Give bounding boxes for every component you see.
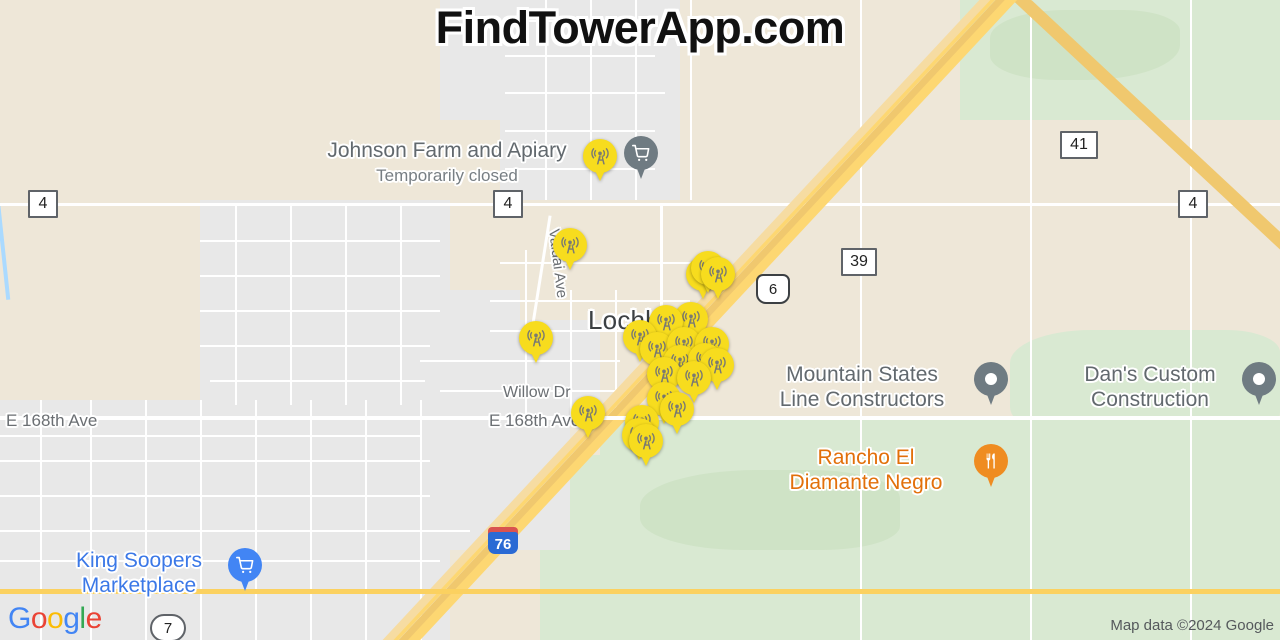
street-grid-v-6 bbox=[310, 400, 312, 640]
cell-tower-marker[interactable] bbox=[660, 392, 694, 434]
shopping-cart-icon bbox=[228, 548, 262, 582]
street-grid-h-20 bbox=[505, 55, 655, 57]
cell-tower-icon bbox=[561, 236, 579, 254]
route-shield-number: 76 bbox=[494, 535, 512, 553]
route-shield-4-west: 4 bbox=[28, 190, 58, 218]
park-area-ne2 bbox=[990, 10, 1180, 80]
route-shield-41: 41 bbox=[1060, 131, 1098, 159]
poi-pin-johnson-farm[interactable] bbox=[624, 136, 658, 180]
cell-tower-marker[interactable] bbox=[583, 139, 617, 181]
route-shield-number: 4 bbox=[503, 195, 513, 212]
street-grid-h-22 bbox=[505, 130, 655, 132]
route-shield-us6: 6 bbox=[756, 274, 790, 304]
street-grid-v-11 bbox=[345, 205, 347, 405]
cell-tower-icon bbox=[655, 365, 673, 383]
street-grid-v-20 bbox=[860, 0, 862, 640]
cell-tower-icon bbox=[709, 265, 727, 283]
street-grid-v-5 bbox=[255, 400, 257, 640]
poi-pin-rancho-el-diamante[interactable] bbox=[974, 444, 1008, 488]
cell-tower-marker[interactable] bbox=[571, 396, 605, 438]
cell-tower-icon bbox=[682, 310, 700, 328]
street-grid-h-21 bbox=[505, 92, 665, 94]
cell-tower-marker[interactable] bbox=[701, 257, 735, 299]
street-grid-h-3 bbox=[0, 530, 470, 532]
cell-tower-icon bbox=[637, 432, 655, 450]
route-shield-4-east: 4 bbox=[1178, 190, 1208, 218]
route-shield-number: 4 bbox=[1188, 195, 1198, 212]
route-shield-7: 7 bbox=[150, 614, 186, 640]
cell-tower-marker[interactable] bbox=[553, 228, 587, 270]
route-shield-39: 39 bbox=[841, 248, 877, 276]
route-shield-4-center: 4 bbox=[493, 190, 523, 218]
route-shield-number: 7 bbox=[163, 619, 173, 637]
street-grid-h-1 bbox=[0, 203, 1280, 206]
route-shield-number: 41 bbox=[1070, 136, 1088, 153]
place-dot-icon bbox=[985, 373, 997, 385]
hwy-168-accent bbox=[0, 589, 1280, 594]
cell-tower-icon bbox=[668, 400, 686, 418]
street-grid-v-4 bbox=[200, 400, 202, 640]
route-shield-i76: 76 bbox=[488, 526, 518, 556]
street-grid-h-18 bbox=[210, 380, 425, 382]
route-shield-number: 4 bbox=[38, 195, 48, 212]
map-canvas[interactable]: FindTowerApp.com 4 4 4 41 39 6 76 7 Vald… bbox=[0, 0, 1280, 640]
street-grid-h-13 bbox=[0, 435, 420, 437]
street-grid-v-3 bbox=[145, 400, 147, 640]
map-attribution: Map data ©2024 Google bbox=[1110, 617, 1274, 634]
cell-tower-icon bbox=[591, 147, 609, 165]
poi-pin-dans-custom[interactable] bbox=[1242, 362, 1276, 406]
street-grid-h-12 bbox=[0, 560, 440, 562]
cell-tower-icon bbox=[579, 404, 597, 422]
place-dot-icon bbox=[1253, 373, 1265, 385]
street-grid-h-6 bbox=[440, 390, 630, 392]
page-title: FindTowerApp.com bbox=[435, 2, 845, 53]
urban-block-nw bbox=[200, 200, 450, 400]
cell-tower-marker[interactable] bbox=[629, 424, 663, 466]
poi-pin-king-soopers[interactable] bbox=[228, 548, 262, 592]
route-shield-number: 39 bbox=[850, 253, 868, 270]
restaurant-icon bbox=[974, 444, 1008, 478]
street-grid-v-21 bbox=[1030, 0, 1032, 640]
cell-tower-icon bbox=[527, 329, 545, 347]
cell-tower-marker[interactable] bbox=[519, 321, 553, 363]
google-logo: Google bbox=[8, 602, 102, 635]
street-grid-v-22 bbox=[1190, 0, 1192, 640]
shopping-cart-icon bbox=[624, 136, 658, 170]
street-grid-v-12 bbox=[400, 205, 402, 405]
street-grid-v-9 bbox=[235, 205, 237, 405]
route-shield-number: 6 bbox=[768, 280, 778, 298]
street-grid-h-7 bbox=[500, 262, 700, 264]
cell-tower-icon bbox=[685, 369, 703, 387]
street-grid-v-10 bbox=[290, 205, 292, 405]
street-grid-v-7 bbox=[365, 400, 367, 640]
poi-pin-mountain-states[interactable] bbox=[974, 362, 1008, 406]
